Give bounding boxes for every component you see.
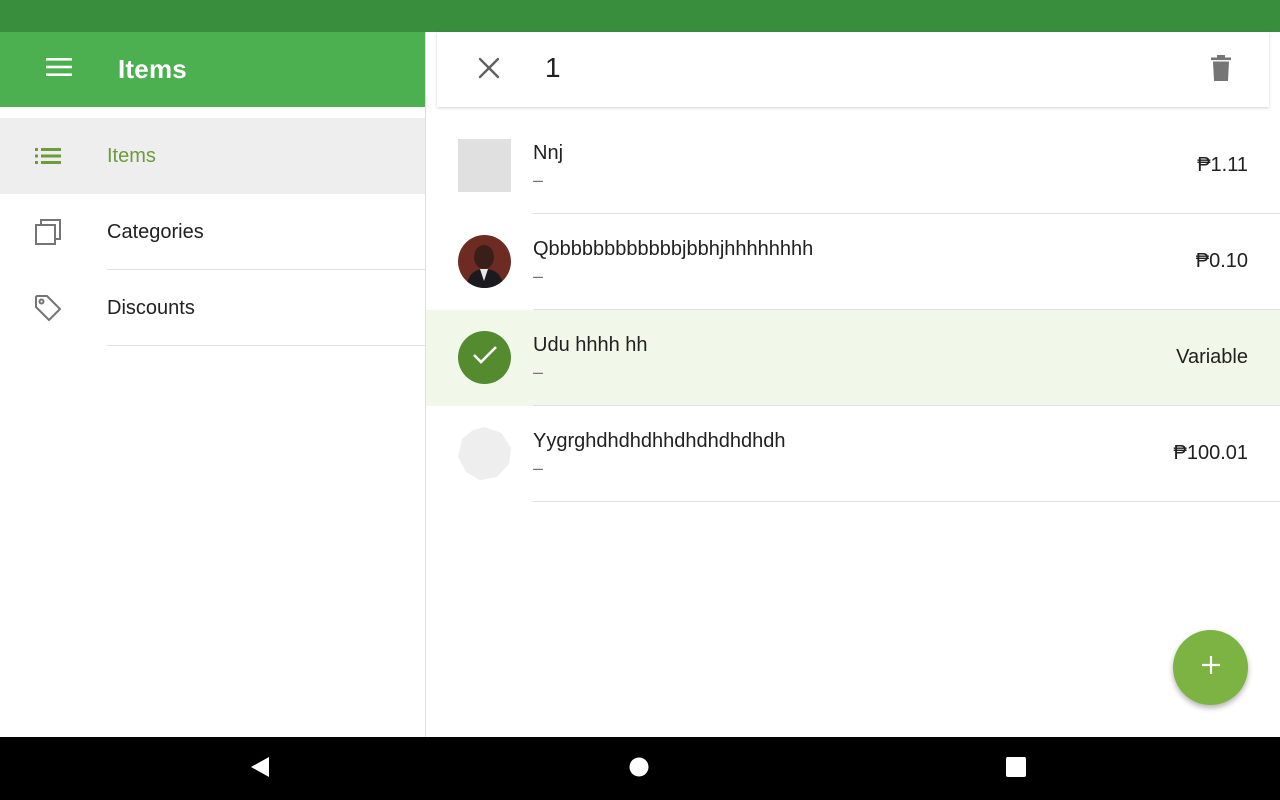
list-item-selected[interactable]: Udu hhhh hh – Variable xyxy=(426,310,1280,406)
drawer-nav: Items Categories Discounts xyxy=(0,107,425,346)
navigation-drawer: Items Items Categories Discounts xyxy=(0,32,426,737)
delete-icon xyxy=(1211,54,1231,86)
selection-count: 1 xyxy=(545,52,561,83)
delete-button[interactable] xyxy=(1199,50,1243,90)
drawer-title: Items xyxy=(118,54,187,84)
list-icon xyxy=(0,118,96,194)
sidebar-item-label: Categories xyxy=(107,220,204,243)
home-icon xyxy=(629,757,649,782)
divider xyxy=(107,345,425,346)
sidebar-item-label: Items xyxy=(107,144,156,167)
items-panel: 1 Nnj – ₱1.11 Qbbbbbbbbbbbbjbbhjhhhhhhhh… xyxy=(426,32,1280,737)
add-item-button[interactable] xyxy=(1173,630,1248,705)
item-name: Qbbbbbbbbbbbbjbbhjhhhhhhhh xyxy=(533,238,814,260)
octagon-thumbnail xyxy=(458,427,511,480)
close-icon xyxy=(478,57,500,84)
tag-icon xyxy=(0,270,96,346)
item-price: ₱0.10 xyxy=(1195,250,1248,272)
item-list: Nnj – ₱1.11 Qbbbbbbbbbbbbjbbhjhhhhhhhh –… xyxy=(426,118,1280,502)
item-subtitle: – xyxy=(533,266,544,286)
back-button[interactable] xyxy=(240,753,280,785)
menu-button[interactable] xyxy=(0,32,118,107)
add-icon xyxy=(1201,655,1221,680)
item-price: Variable xyxy=(1176,346,1248,368)
item-photo xyxy=(458,235,511,288)
check-icon xyxy=(472,345,498,370)
item-subtitle: – xyxy=(533,362,544,382)
list-item[interactable]: Nnj – ₱1.11 xyxy=(426,118,1280,214)
item-price: ₱100.01 xyxy=(1173,442,1248,464)
item-name: Nnj xyxy=(533,142,564,164)
sidebar-item-categories[interactable]: Categories xyxy=(0,194,425,270)
list-item[interactable]: Qbbbbbbbbbbbbjbbhjhhhhhhhh – ₱0.10 xyxy=(426,214,1280,310)
sidebar-item-discounts[interactable]: Discounts xyxy=(0,270,425,346)
item-thumbnail xyxy=(458,139,511,192)
system-navigation-bar xyxy=(0,737,1280,800)
close-selection-button[interactable] xyxy=(469,50,509,90)
sidebar-item-label: Discounts xyxy=(107,296,195,319)
recents-icon xyxy=(1006,756,1026,782)
item-name: Udu hhhh hh xyxy=(533,334,648,356)
divider xyxy=(533,501,1280,502)
list-item[interactable]: Yygrghdhdhdhhdhdhdhdhdh – ₱100.01 xyxy=(426,406,1280,502)
categories-icon xyxy=(0,194,96,270)
item-subtitle: – xyxy=(533,458,544,478)
selection-action-bar: 1 xyxy=(437,32,1269,107)
item-price: ₱1.11 xyxy=(1197,154,1248,176)
recents-button[interactable] xyxy=(996,753,1036,785)
selected-check xyxy=(458,331,511,384)
item-subtitle: – xyxy=(533,170,544,190)
drawer-header: Items xyxy=(0,32,425,107)
menu-icon xyxy=(46,57,72,82)
item-name: Yygrghdhdhdhhdhdhdhdhdh xyxy=(533,430,786,452)
status-bar xyxy=(0,0,1280,32)
back-icon xyxy=(250,756,270,783)
sidebar-item-items[interactable]: Items xyxy=(0,118,425,194)
home-button[interactable] xyxy=(619,753,659,785)
